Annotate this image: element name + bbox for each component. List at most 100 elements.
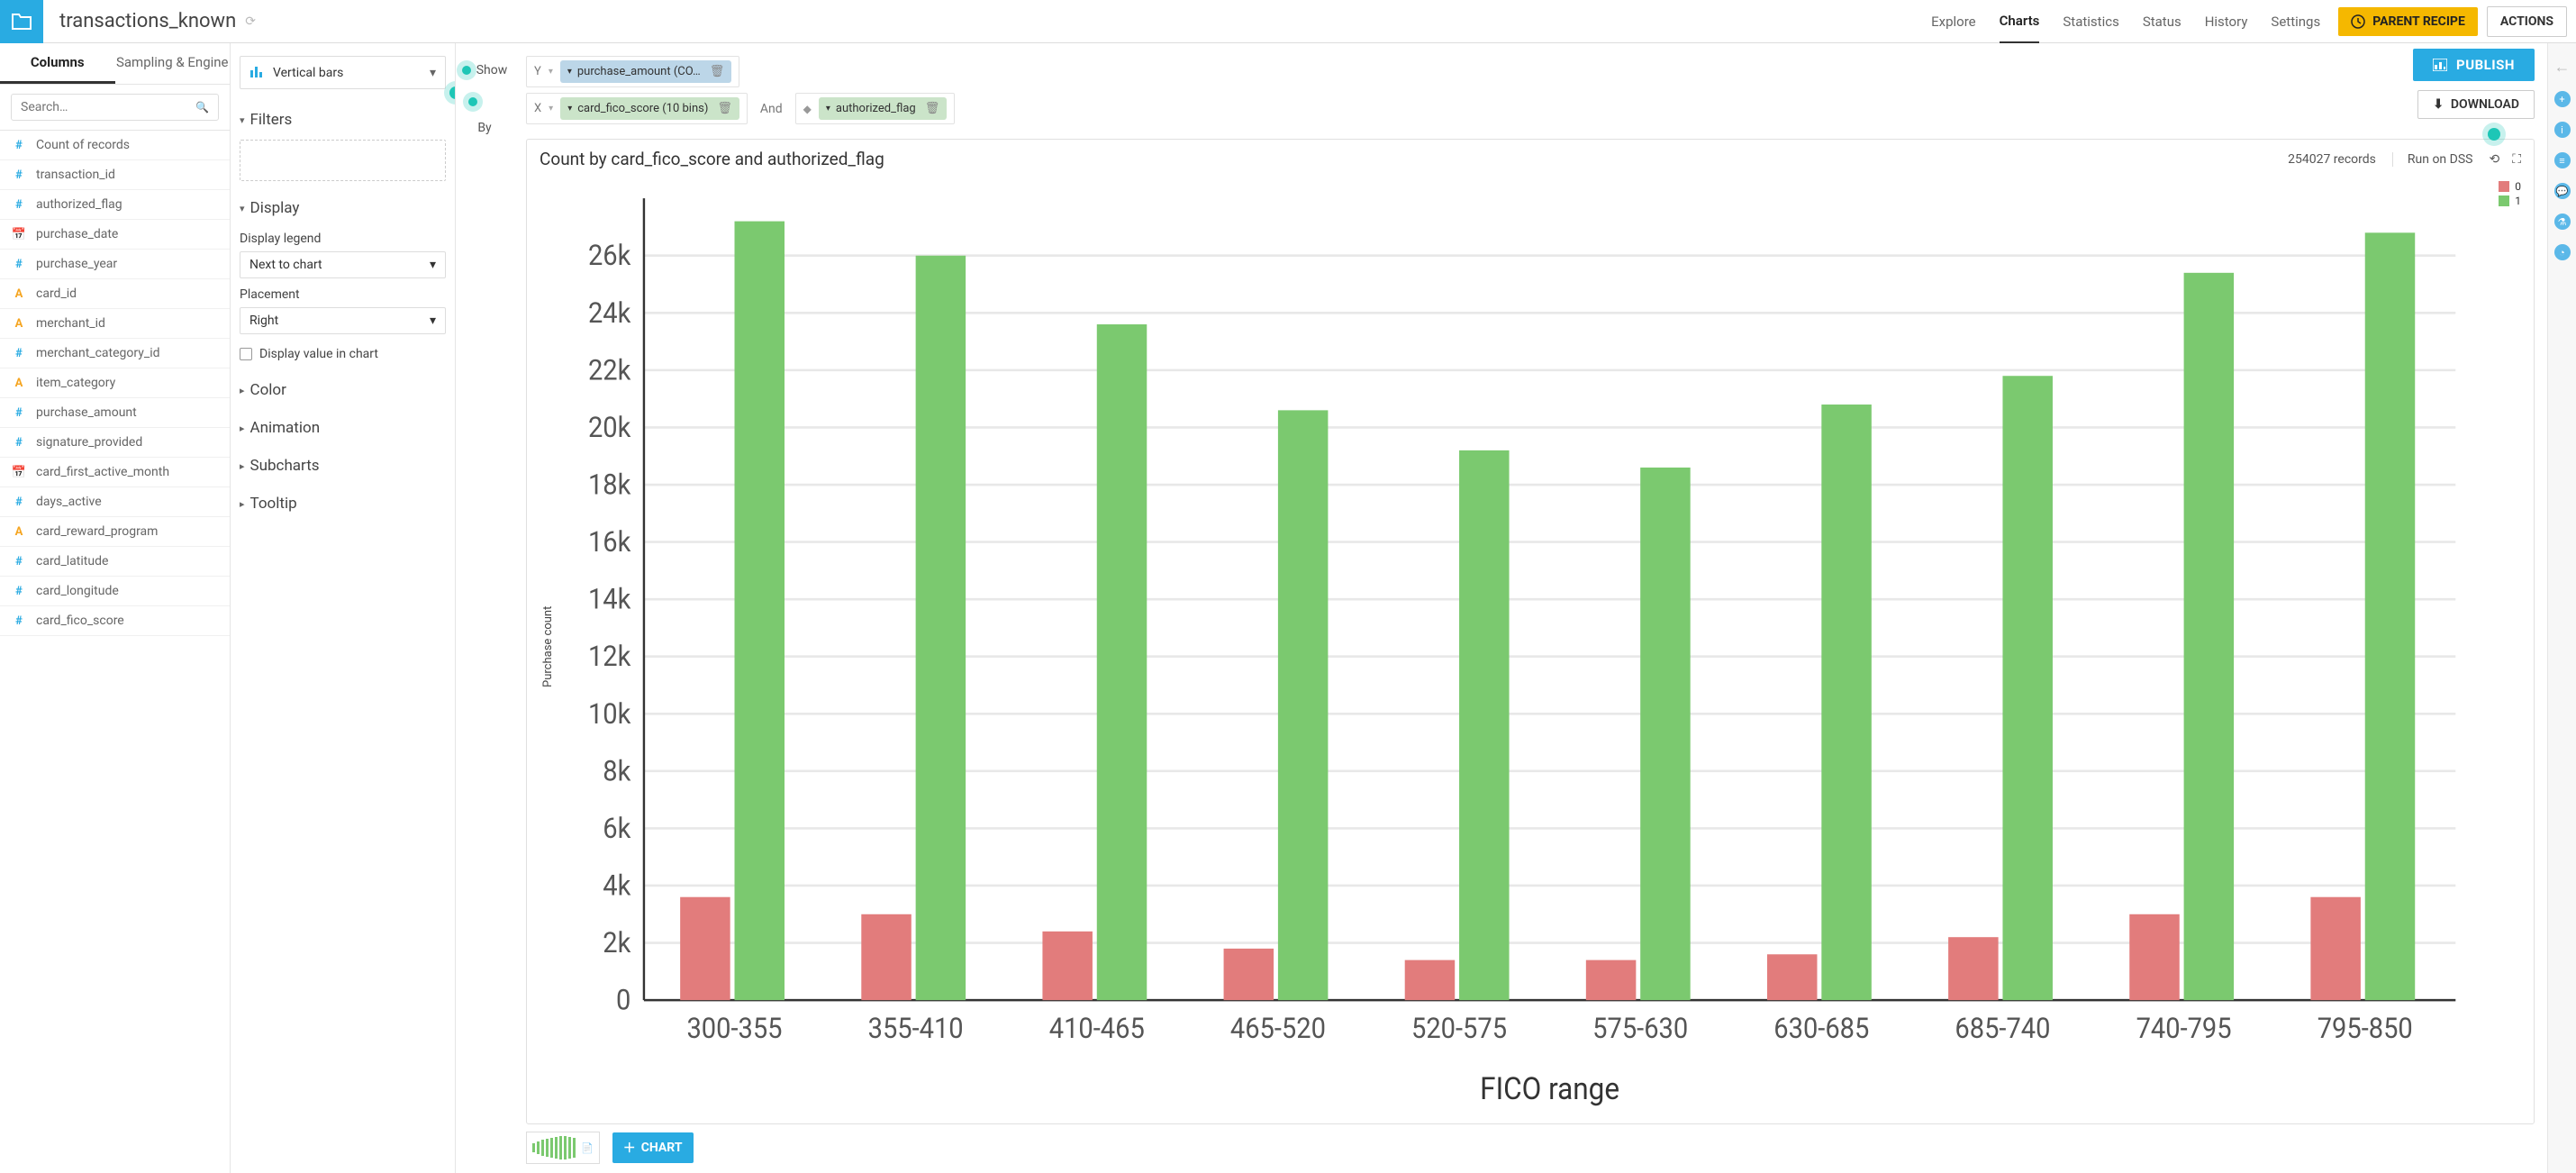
column-type-icon: # [11, 614, 27, 628]
add-chart-button[interactable]: ＋ CHART [612, 1132, 694, 1163]
column-item[interactable]: #Count of records [0, 131, 230, 160]
remove-chip-icon[interactable]: 🗑 [710, 65, 725, 78]
column-item[interactable]: Acard_id [0, 279, 230, 309]
column-item[interactable]: Amerchant_id [0, 309, 230, 339]
rail-add-icon[interactable]: + [2554, 91, 2571, 107]
column-type-icon: # [11, 555, 27, 568]
svg-text:14k: 14k [588, 584, 631, 616]
display-value-checkbox-row[interactable]: Display value in chart [240, 347, 446, 361]
section-display[interactable]: ▾Display [240, 194, 446, 223]
color-axis-chip-group[interactable]: ◆ ▾ authorized_flag 🗑 [795, 93, 956, 124]
column-item[interactable]: #signature_provided [0, 428, 230, 458]
columns-search-input[interactable] [21, 100, 195, 114]
svg-text:630-685: 630-685 [1773, 1013, 1869, 1045]
column-item[interactable]: #card_fico_score [0, 606, 230, 636]
chart-legend: 0 1 [2499, 178, 2521, 209]
parent-recipe-button[interactable]: PARENT RECIPE [2338, 7, 2478, 36]
and-label: And [760, 102, 783, 116]
svg-text:355-410: 355-410 [868, 1013, 964, 1045]
column-item[interactable]: #transaction_id [0, 160, 230, 190]
column-item[interactable]: #card_longitude [0, 577, 230, 606]
nav-history[interactable]: History [2205, 1, 2248, 42]
rail-lab-icon[interactable]: ⚗ [2554, 214, 2571, 230]
y-axis-chip[interactable]: ▾ purchase_amount (CO… 🗑 [560, 60, 731, 83]
by-label: By [477, 121, 491, 135]
expand-chart-icon[interactable]: ⛶ [2512, 152, 2521, 167]
refresh-chart-icon[interactable]: ⟲ [2489, 152, 2499, 167]
column-type-icon: # [11, 258, 27, 271]
svg-text:6k: 6k [603, 813, 631, 845]
column-type-icon: # [11, 198, 27, 212]
column-item[interactable]: Acard_reward_program [0, 517, 230, 547]
column-item[interactable]: Aitem_category [0, 368, 230, 398]
chevron-down-icon: ▾ [430, 258, 436, 272]
section-animation[interactable]: ▸Animation [240, 414, 446, 442]
nav-statistics[interactable]: Statistics [2063, 1, 2118, 42]
filters-dropzone[interactable] [240, 140, 446, 181]
tab-sampling-engine[interactable]: Sampling & Engine [115, 43, 231, 84]
chevron-down-icon: ▾ [430, 314, 436, 328]
tab-columns[interactable]: Columns [0, 43, 115, 84]
column-label: card_latitude [36, 554, 108, 568]
download-icon: ⬇ [2433, 97, 2444, 112]
column-item[interactable]: # days_active [0, 487, 230, 517]
chart-records: 254027 records [2288, 152, 2376, 167]
column-label: merchant_category_id [36, 346, 160, 360]
nav-charts[interactable]: Charts [2000, 0, 2040, 43]
column-type-icon: # [11, 139, 27, 152]
svg-text:4k: 4k [603, 869, 631, 902]
x-axis-chip[interactable]: ▾ card_fico_score (10 bins) 🗑 [560, 97, 739, 120]
legend-swatch-1 [2499, 196, 2509, 206]
dataset-folder-icon[interactable] [0, 0, 43, 43]
refresh-icon[interactable]: ⟳ [245, 14, 256, 29]
collapse-rail-icon[interactable]: ← [2554, 58, 2571, 77]
column-item[interactable]: #purchase_amount [0, 398, 230, 428]
color-axis-chip[interactable]: ▾ authorized_flag 🗑 [819, 97, 947, 120]
rail-comment-icon[interactable]: 💬 [2554, 183, 2571, 199]
download-button[interactable]: ⬇ DOWNLOAD [2417, 90, 2535, 119]
publish-icon [2433, 59, 2447, 71]
remove-chip-icon[interactable]: 🗑 [717, 102, 732, 115]
display-legend-select[interactable]: Next to chart▾ [240, 251, 446, 278]
columns-list: #Count of records#transaction_id#authori… [0, 130, 230, 1173]
parent-recipe-label: PARENT RECIPE [2372, 14, 2465, 29]
placement-select[interactable]: Right▾ [240, 307, 446, 334]
nav-explore[interactable]: Explore [1931, 1, 1976, 42]
y-axis-chip-group[interactable]: Y ▾ ▾ purchase_amount (CO… 🗑 [526, 56, 739, 87]
checkbox-icon[interactable] [240, 348, 252, 360]
nav-status[interactable]: Status [2143, 1, 2181, 42]
chart-type-select[interactable]: Vertical bars ▾ [240, 56, 446, 89]
nav-settings[interactable]: Settings [2271, 1, 2320, 42]
column-type-icon: # [11, 585, 27, 598]
column-type-icon: # [11, 496, 27, 509]
actions-button[interactable]: ACTIONS [2487, 6, 2567, 37]
columns-search[interactable]: 🔍 [11, 94, 219, 121]
rail-clock-icon[interactable]: ◔ [2554, 244, 2571, 260]
column-label: days_active [36, 495, 102, 509]
column-item[interactable]: #authorized_flag [0, 190, 230, 220]
publish-button[interactable]: PUBLISH [2413, 49, 2535, 81]
column-item[interactable]: #purchase_year [0, 250, 230, 279]
svg-text:8k: 8k [603, 755, 631, 787]
x-axis-chip-group[interactable]: X ▾ ▾ card_fico_score (10 bins) 🗑 [526, 93, 748, 124]
chart-config-panel: Vertical bars ▾ ▾Filters ▾Display Displa… [231, 43, 456, 1173]
svg-text:520-575: 520-575 [1411, 1013, 1507, 1045]
section-subcharts[interactable]: ▸Subcharts [240, 451, 446, 480]
column-label: item_category [36, 376, 115, 390]
thumb-copy-icon[interactable]: 📄 [581, 1142, 594, 1154]
remove-chip-icon[interactable]: 🗑 [925, 102, 940, 115]
column-item[interactable]: 📅purchase_date [0, 220, 230, 250]
column-item[interactable]: # card_latitude [0, 547, 230, 577]
section-filters[interactable]: ▾Filters [240, 105, 446, 134]
legend-swatch-0 [2499, 181, 2509, 192]
svg-text:FICO range: FICO range [1480, 1072, 1619, 1107]
chart-thumbnail[interactable]: 📄 [526, 1132, 600, 1164]
rail-list-icon[interactable]: ≡ [2554, 152, 2571, 168]
column-item[interactable]: 📅card_first_active_month [0, 458, 230, 487]
column-item[interactable]: #merchant_category_id [0, 339, 230, 368]
legend-label-0: 0 [2515, 180, 2521, 193]
section-color[interactable]: ▸Color [240, 376, 446, 405]
column-type-icon: A [11, 377, 27, 390]
rail-info-icon[interactable]: i [2554, 122, 2571, 138]
section-tooltip[interactable]: ▸Tooltip [240, 489, 446, 518]
